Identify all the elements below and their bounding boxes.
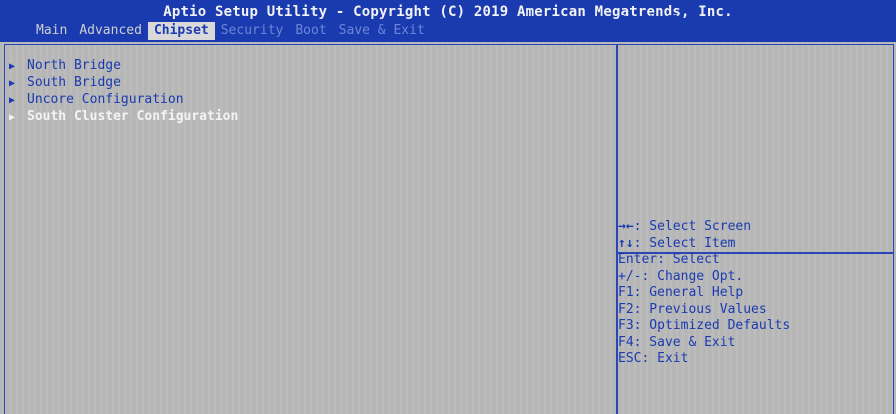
key-legend: →←: Select Screen ↑↓: Select Item Enter:… bbox=[618, 219, 790, 368]
tab-security[interactable]: Security bbox=[215, 22, 290, 40]
key-label: +/- bbox=[618, 268, 642, 284]
key-description: : Select Item bbox=[633, 235, 736, 251]
key-description: : Change Opt. bbox=[641, 268, 744, 284]
menu-item-uncore-configuration[interactable]: ▶ Uncore Configuration bbox=[9, 91, 238, 108]
key-label: F3 bbox=[618, 318, 634, 333]
key-f1: F1: General Help bbox=[618, 285, 790, 302]
key-description: : Select Screen bbox=[633, 219, 752, 234]
submenu-arrow-icon: ▶ bbox=[9, 61, 16, 72]
key-description: : General Help bbox=[633, 285, 744, 300]
key-select-screen: →←: Select Screen bbox=[618, 219, 790, 236]
key-label: F2 bbox=[618, 301, 634, 317]
key-select-item: ↑↓: Select Item bbox=[618, 236, 790, 253]
key-f3: F3: Optimized Defaults bbox=[618, 318, 790, 335]
tab-chipset[interactable]: Chipset bbox=[147, 22, 215, 40]
menu-item-south-bridge[interactable]: ▶ South Bridge bbox=[9, 74, 238, 91]
key-description: : Previous Values bbox=[633, 301, 767, 317]
key-enter: Enter: Select bbox=[618, 252, 790, 269]
key-f2: F2: Previous Values bbox=[618, 302, 790, 319]
key-change-opt: +/-: Change Opt. bbox=[618, 269, 790, 286]
key-label: Enter bbox=[618, 252, 658, 267]
key-label: F1 bbox=[618, 285, 634, 300]
key-label: F4 bbox=[618, 334, 634, 350]
menu-item-north-bridge[interactable]: ▶ North Bridge bbox=[9, 57, 238, 74]
menu-item-label: South Bridge bbox=[27, 75, 121, 90]
key-description: : Optimized Defaults bbox=[633, 318, 791, 333]
key-label: ESC bbox=[618, 351, 642, 366]
key-description: : Select bbox=[657, 252, 720, 267]
key-esc: ESC: Exit bbox=[618, 351, 790, 368]
key-label: ↑↓ bbox=[618, 235, 634, 251]
menu-item-label: Uncore Configuration bbox=[27, 92, 184, 107]
menu-item-label: South Cluster Configuration bbox=[27, 109, 239, 124]
menu-item-south-cluster-configuration[interactable]: ▶ South Cluster Configuration bbox=[9, 108, 238, 125]
help-description: South Cluster Configuration bbox=[618, 14, 830, 29]
key-f4: F4: Save & Exit bbox=[618, 335, 790, 352]
menu-panel: ▶ North Bridge ▶ South Bridge ▶ Uncore Conf… bbox=[5, 45, 616, 414]
key-label: →← bbox=[618, 219, 634, 234]
tab-main[interactable]: Main bbox=[30, 22, 73, 40]
tab-bar: Main Advanced Chipset Security Boot Save… bbox=[30, 22, 431, 40]
tab-save-exit[interactable]: Save & Exit bbox=[333, 22, 431, 40]
menu-list: ▶ North Bridge ▶ South Bridge ▶ Uncore Conf… bbox=[9, 57, 238, 125]
key-description: : Exit bbox=[641, 351, 689, 366]
submenu-arrow-icon: ▶ bbox=[9, 112, 16, 123]
menu-item-label: North Bridge bbox=[27, 58, 121, 73]
submenu-arrow-icon: ▶ bbox=[9, 95, 16, 106]
key-description: : Save & Exit bbox=[633, 334, 736, 350]
tab-advanced[interactable]: Advanced bbox=[73, 22, 148, 40]
tab-boot[interactable]: Boot bbox=[289, 22, 332, 40]
submenu-arrow-icon: ▶ bbox=[9, 78, 16, 89]
